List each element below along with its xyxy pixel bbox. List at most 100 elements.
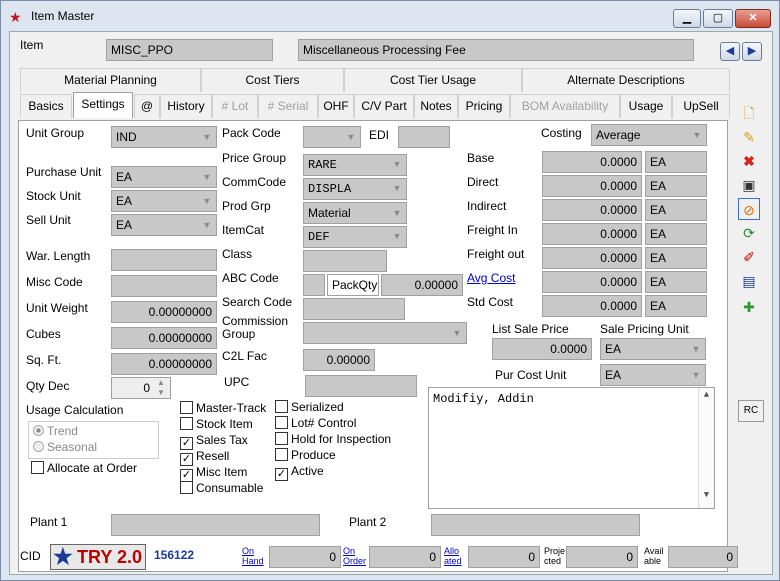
tab-ohf[interactable]: OHF <box>318 94 354 118</box>
cancel-icon[interactable]: ⊘ <box>738 198 760 220</box>
projected-field[interactable]: 0 <box>566 546 638 568</box>
refresh-icon[interactable]: ⟳ <box>738 222 760 244</box>
prod-grp-select[interactable]: Material ▼ <box>303 202 407 224</box>
delete-icon[interactable]: ✖ <box>738 150 760 172</box>
tab-alternate-descriptions[interactable]: Alternate Descriptions <box>522 68 730 92</box>
produce-checkbox[interactable]: Produce <box>275 448 336 462</box>
freight-out-field[interactable]: 0.0000 <box>542 247 642 269</box>
search-code-field[interactable] <box>303 298 405 320</box>
on-order-field[interactable]: 0 <box>369 546 441 568</box>
master-track-checkbox[interactable]: Master-Track <box>180 401 266 415</box>
tab-serial[interactable]: # Serial <box>258 94 318 118</box>
avg-cost-field[interactable]: 0.0000 <box>542 271 642 293</box>
tab-material-planning[interactable]: Material Planning <box>20 68 201 92</box>
cubes-field[interactable]: 0.00000000 <box>111 327 217 349</box>
edit-item-icon[interactable]: ✎ <box>738 126 760 148</box>
trend-radio[interactable]: Trend <box>33 424 78 438</box>
allocated-field[interactable]: 0 <box>468 546 540 568</box>
tab-basics[interactable]: Basics <box>20 94 72 118</box>
direct-cost-unit[interactable]: EA <box>645 175 707 197</box>
tab-history[interactable]: History <box>160 94 212 118</box>
freight-in-field[interactable]: 0.0000 <box>542 223 642 245</box>
pur-cost-unit-select[interactable]: EA ▼ <box>600 364 706 386</box>
tab-usage[interactable]: Usage <box>620 94 672 118</box>
stock-unit-select[interactable]: EA ▼ <box>111 190 217 212</box>
notes-scrollbar[interactable]: ▲ ▼ <box>698 388 714 508</box>
plant1-field[interactable] <box>111 514 320 536</box>
purchase-unit-select[interactable]: EA ▼ <box>111 166 217 188</box>
tab-pricing[interactable]: Pricing <box>458 94 510 118</box>
available-field[interactable]: 0 <box>668 546 738 568</box>
tab-at[interactable]: @ <box>134 94 160 118</box>
seasonal-radio[interactable]: Seasonal <box>33 440 97 454</box>
tab-settings[interactable]: Settings <box>73 92 133 118</box>
edi-field[interactable] <box>398 126 450 148</box>
consumable-checkbox[interactable]: Consumable <box>180 481 263 495</box>
tab-upsell[interactable]: UpSell <box>672 94 730 118</box>
misc-item-checkbox[interactable]: ✓ Misc Item <box>180 465 247 482</box>
allocate-at-order-checkbox[interactable]: Allocate at Order <box>31 461 137 475</box>
list-sale-price-field[interactable]: 0.0000 <box>492 338 592 360</box>
tab-notes[interactable]: Notes <box>414 94 458 118</box>
allocated-link[interactable]: Allo ated <box>444 546 462 566</box>
base-cost-unit[interactable]: EA <box>645 151 707 173</box>
on-hand-link[interactable]: On Hand <box>242 546 264 566</box>
base-cost-field[interactable]: 0.0000 <box>542 151 642 173</box>
maximize-button[interactable]: ▢ <box>703 9 733 28</box>
freight-out-unit[interactable]: EA <box>645 247 707 269</box>
upc-field[interactable] <box>305 375 417 397</box>
tab-bom-availability[interactable]: BOM Availability <box>510 94 620 118</box>
save-icon[interactable]: ▣ <box>738 174 760 196</box>
sales-tax-checkbox[interactable]: ✓ Sales Tax <box>180 433 248 450</box>
on-order-link[interactable]: On Order <box>343 546 366 566</box>
report-icon[interactable]: ✐ <box>738 246 760 268</box>
serialized-checkbox[interactable]: Serialized <box>275 400 344 414</box>
item-code-field[interactable]: MISC_PPO <box>106 39 273 61</box>
misc-code-field[interactable] <box>111 275 217 297</box>
minimize-button[interactable]: ▁ <box>673 9 701 28</box>
previous-item-button[interactable]: ◀ <box>720 42 740 61</box>
sale-pricing-unit-select[interactable]: EA ▼ <box>600 338 706 360</box>
indirect-cost-field[interactable]: 0.0000 <box>542 199 642 221</box>
freight-in-unit[interactable]: EA <box>645 223 707 245</box>
tab-cost-tiers[interactable]: Cost Tiers <box>201 68 344 92</box>
itemcat-select[interactable]: DEF ▼ <box>303 226 407 248</box>
c2l-fac-field[interactable]: 0.00000 <box>303 349 375 371</box>
new-item-icon[interactable]: 🗋 <box>738 102 760 124</box>
next-item-button[interactable]: ▶ <box>742 42 762 61</box>
packqty-field[interactable]: 0.00000 <box>381 274 463 296</box>
notes-textarea[interactable]: Modifiy, Addin ▲ ▼ <box>428 387 715 509</box>
close-button[interactable]: ✕ <box>735 9 771 28</box>
std-cost-unit[interactable]: EA <box>645 295 707 317</box>
sqft-field[interactable]: 0.00000000 <box>111 353 217 375</box>
resell-checkbox[interactable]: ✓ Resell <box>180 449 229 466</box>
rc-button[interactable]: RC <box>738 400 764 422</box>
tab-lot[interactable]: # Lot <box>212 94 258 118</box>
price-group-select[interactable]: RARE ▼ <box>303 154 407 176</box>
avg-cost-link[interactable]: Avg Cost <box>467 271 515 285</box>
sell-unit-select[interactable]: EA ▼ <box>111 214 217 236</box>
tab-cost-tier-usage[interactable]: Cost Tier Usage <box>344 68 522 92</box>
unit-group-select[interactable]: IND ▼ <box>111 126 217 148</box>
qty-dec-stepper[interactable]: 0 ▲ ▼ <box>111 377 171 399</box>
pack-code-select[interactable]: ▼ <box>303 126 361 148</box>
active-checkbox[interactable]: ✓ Active <box>275 464 324 481</box>
card-icon[interactable]: ▤ <box>738 270 760 292</box>
unit-weight-field[interactable]: 0.00000000 <box>111 301 217 323</box>
pin-icon[interactable]: ✚ <box>738 296 760 318</box>
costing-select[interactable]: Average ▼ <box>591 124 707 146</box>
stock-item-checkbox[interactable]: Stock Item <box>180 417 253 431</box>
tab-cv-part[interactable]: C/V Part <box>354 94 414 118</box>
abc-code-field[interactable] <box>303 274 325 296</box>
commission-group-select[interactable]: ▼ <box>303 322 467 344</box>
indirect-cost-unit[interactable]: EA <box>645 199 707 221</box>
direct-cost-field[interactable]: 0.0000 <box>542 175 642 197</box>
hold-for-inspection-checkbox[interactable]: Hold for Inspection <box>275 432 391 446</box>
class-field[interactable] <box>303 250 387 272</box>
avg-cost-unit[interactable]: EA <box>645 271 707 293</box>
on-hand-field[interactable]: 0 <box>269 546 341 568</box>
commcode-select[interactable]: DISPLA ▼ <box>303 178 407 200</box>
std-cost-field[interactable]: 0.0000 <box>542 295 642 317</box>
item-description-field[interactable]: Miscellaneous Processing Fee <box>298 39 694 61</box>
lot-control-checkbox[interactable]: Lot# Control <box>275 416 356 430</box>
